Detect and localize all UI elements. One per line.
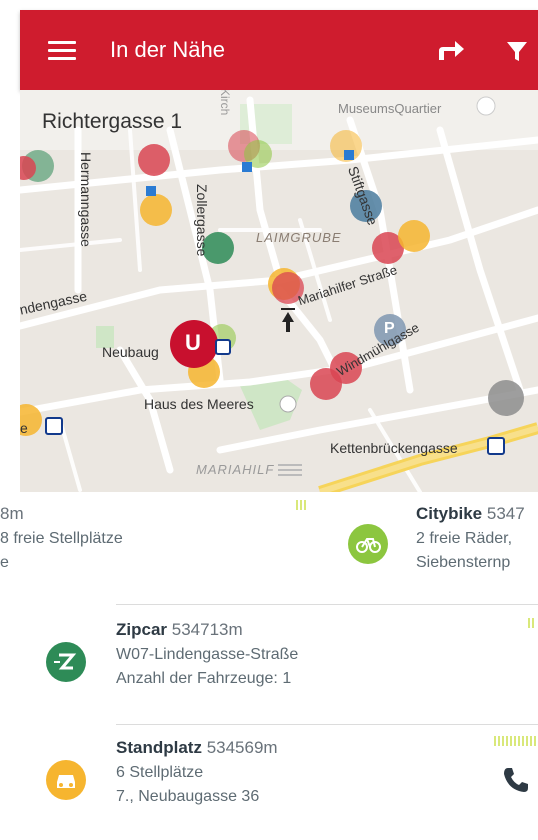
citybike-distance: 5347: [486, 504, 525, 523]
standplatz-name: Standplatz: [116, 738, 202, 757]
route-arrow-icon[interactable]: [436, 38, 466, 62]
menu-icon[interactable]: [48, 41, 76, 61]
signal-bars: [296, 500, 306, 510]
map-label-neubaugasse: Neubaug: [102, 344, 159, 360]
zipcar-line2: Anzahl der Fahrzeuge: 1: [116, 670, 292, 687]
parking-marker-letter[interactable]: P: [384, 320, 395, 338]
signal-bars: [494, 736, 536, 746]
zipcar-card[interactable]: Zipcar 534713m W07-Lindengasse-Straße An…: [116, 620, 298, 688]
citybike-line2: Siebensternp: [416, 554, 511, 571]
divider: [116, 604, 538, 605]
map-label-kirche: Kirch: [218, 90, 232, 116]
nearby-list: 8m 8 freie Stellplätze e Citybike 5347 2…: [0, 492, 538, 840]
map-label-edge: e: [20, 420, 28, 436]
standplatz-distance: 534569m: [206, 738, 278, 757]
phone-icon[interactable]: [500, 764, 532, 796]
citybike-line1: 2 freie Räder,: [416, 530, 513, 547]
map-label-haus-des-meeres: Haus des Meeres: [144, 396, 254, 412]
partial-card-title: 8m: [0, 504, 24, 523]
ubahn-marker-letter[interactable]: U: [185, 330, 201, 356]
zipcar-distance: 534713m: [171, 620, 243, 639]
signal-bars: [528, 618, 534, 628]
app-bar: In der Nähe: [20, 10, 538, 90]
map-canvas: [20, 90, 538, 492]
map-label-kettenbrueckengasse: Kettenbrückengasse: [330, 440, 458, 456]
standplatz-line1: 6 Stellplätze: [116, 764, 204, 781]
partial-card[interactable]: 8m 8 freie Stellplätze e: [0, 504, 123, 572]
zipcar-icon: [46, 642, 86, 682]
map-label-laimgrube: LAIMGRUBE: [256, 230, 342, 245]
map-label-hermanngasse: Hermanngasse: [78, 152, 94, 247]
citybike-name: Citybike: [416, 504, 483, 523]
partial-card-line1: 8 freie Stellplätze: [0, 530, 123, 547]
zipcar-name: Zipcar: [116, 620, 168, 639]
zipcar-line1: W07-Lindengasse-Straße: [116, 646, 299, 663]
map-label-mariahilf: MARIAHILF: [196, 462, 275, 477]
map-view[interactable]: Richtergasse 1 MuseumsQuartier Kirch Her…: [20, 90, 538, 492]
map-label-zollergasse: Zollergasse: [194, 184, 210, 257]
standplatz-line2: 7., Neubaugasse 36: [116, 788, 260, 805]
standplatz-card[interactable]: Standplatz 534569m 6 Stellplätze 7., Neu…: [116, 738, 278, 806]
filter-icon[interactable]: [506, 40, 528, 62]
taxi-icon: [46, 760, 86, 800]
page-title: In der Nähe: [110, 37, 225, 62]
divider: [116, 724, 538, 725]
location-title: Richtergasse 1: [42, 110, 183, 133]
map-label-museumsquartier: MuseumsQuartier: [338, 101, 442, 116]
partial-card-line2: e: [0, 554, 9, 571]
bike-icon: [348, 524, 388, 564]
citybike-card[interactable]: Citybike 5347 2 freie Räder, Siebenstern…: [416, 504, 525, 572]
